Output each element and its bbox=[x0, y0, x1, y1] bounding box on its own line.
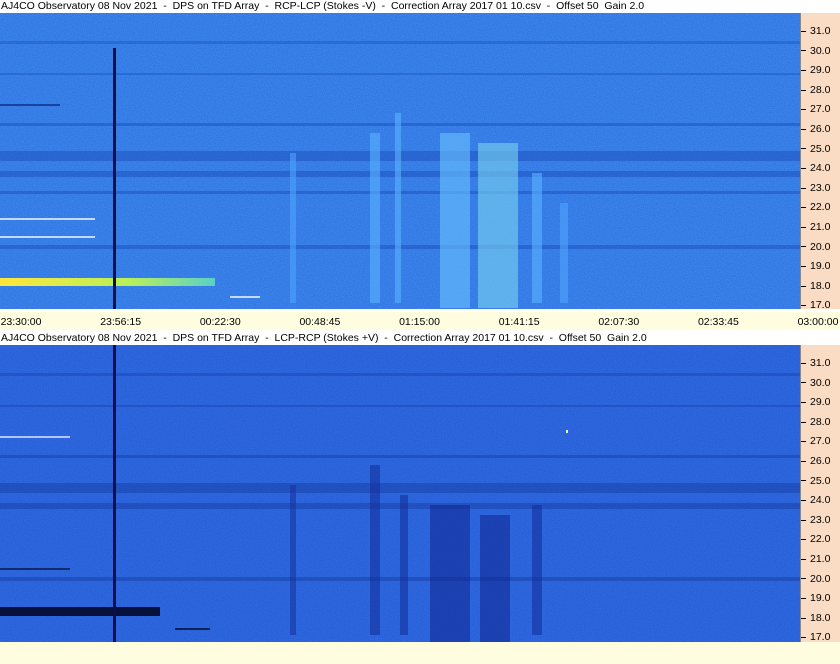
frequency-tick-label: 25.0 bbox=[801, 143, 830, 155]
time-tick-label: 00:22:30 bbox=[199, 316, 241, 328]
frequency-tick-label: 27.0 bbox=[801, 103, 830, 115]
panel2-frequency-scale: 31.0 30.0 29.0 28.0 27.0 26.0 25.0 24.0 23.0 22.0… bbox=[800, 345, 840, 643]
frequency-tick-label: 29.0 bbox=[801, 396, 830, 408]
frequency-tick-label: 31.0 bbox=[801, 25, 830, 37]
bottom-strip bbox=[0, 642, 840, 664]
frequency-tick-label: 22.0 bbox=[801, 201, 830, 213]
frequency-tick-label: 24.0 bbox=[801, 494, 830, 506]
frequency-tick-label: 18.0 bbox=[801, 280, 830, 292]
frequency-tick-label: 26.0 bbox=[801, 455, 830, 467]
panel1-horizontal-burst bbox=[0, 278, 215, 286]
frequency-tick-label: 28.0 bbox=[801, 416, 830, 428]
frequency-tick-label: 30.0 bbox=[801, 45, 830, 57]
panel2-horizontal-burst bbox=[0, 607, 160, 616]
frequency-tick-label: 30.0 bbox=[801, 377, 830, 389]
panel2-vertical-line bbox=[113, 345, 116, 642]
time-tick-label: 23:56:15 bbox=[100, 316, 142, 328]
time-tick-label: 23:30:00 bbox=[0, 316, 42, 328]
frequency-tick-label: 26.0 bbox=[801, 123, 830, 135]
frequency-tick-label: 19.0 bbox=[801, 592, 830, 604]
panel1-spectrogram bbox=[0, 13, 800, 309]
panel1-vertical-line bbox=[113, 48, 116, 309]
frequency-tick-label: 27.0 bbox=[801, 435, 830, 447]
frequency-tick-label: 21.0 bbox=[801, 221, 830, 233]
frequency-tick-label: 21.0 bbox=[801, 553, 830, 565]
time-tick-label: 03:00:00 bbox=[797, 316, 839, 328]
frequency-tick-label: 18.0 bbox=[801, 612, 830, 624]
frequency-tick-label: 23.0 bbox=[801, 182, 830, 194]
time-tick-label: 01:15:00 bbox=[399, 316, 440, 328]
time-tick-label: 02:33:45 bbox=[697, 316, 739, 328]
frequency-tick-label: 23.0 bbox=[801, 514, 830, 526]
frequency-tick-label: 20.0 bbox=[801, 241, 830, 253]
frequency-tick-label: 29.0 bbox=[801, 64, 830, 76]
time-axis: 23:30:00 23:56:15 00:22:30 00:48:45 01:15:00… bbox=[0, 312, 840, 330]
frequency-tick-label: 22.0 bbox=[801, 533, 830, 545]
time-tick-label: 00:48:45 bbox=[299, 316, 341, 328]
frequency-tick-label: 28.0 bbox=[801, 84, 830, 96]
frequency-tick-label: 25.0 bbox=[801, 475, 830, 487]
frequency-tick-label: 17.0 bbox=[801, 299, 830, 311]
frequency-tick-label: 24.0 bbox=[801, 162, 830, 174]
frequency-tick-label: 19.0 bbox=[801, 260, 830, 272]
time-tick-label: 01:41:15 bbox=[498, 316, 540, 328]
frequency-tick-label: 31.0 bbox=[801, 357, 830, 369]
time-tick-label: 02:07:30 bbox=[598, 316, 640, 328]
panel2-spectrogram bbox=[0, 345, 800, 642]
frequency-tick-label: 20.0 bbox=[801, 573, 830, 585]
panel1-title: AJ4CO Observatory 08 Nov 2021 - DPS on T… bbox=[0, 0, 840, 13]
panel2-title: AJ4CO Observatory 08 Nov 2021 - DPS on T… bbox=[0, 332, 840, 345]
panel1-frequency-scale: 31.0 30.0 29.0 28.0 27.0 26.0 25.0 24.0 23.0 22.0… bbox=[800, 13, 840, 311]
